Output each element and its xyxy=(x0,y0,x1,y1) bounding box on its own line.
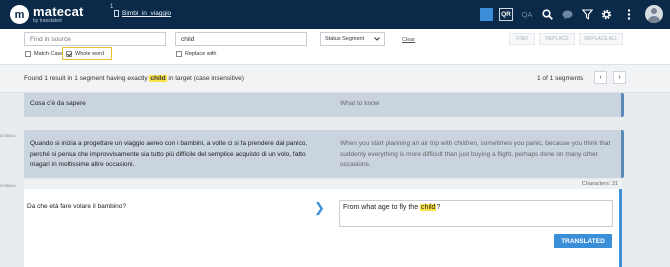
target-text-after: ? xyxy=(436,204,441,211)
logo-name: matecat xyxy=(33,4,84,19)
segment-row[interactable]: Quando si inizia a progettare un viaggio… xyxy=(24,130,624,178)
target-text-before: From what age to fly the xyxy=(343,204,419,211)
chevron-left-icon: ‹ xyxy=(599,74,602,81)
segment-source: Quando si inizia a progettare un viaggio… xyxy=(30,140,308,168)
whole-word-option[interactable]: Whole word xyxy=(66,51,104,57)
project-name-link[interactable]: Bimbi_in_viaggio xyxy=(122,10,171,17)
whole-word-label: Whole word xyxy=(75,51,105,57)
gear-icon[interactable] xyxy=(599,7,613,22)
chevron-down-icon xyxy=(374,37,380,41)
results-prefix: Found 1 result in 1 segment having exact… xyxy=(24,75,148,82)
results-term: child xyxy=(149,75,167,82)
results-suffix: in target (case insensitive) xyxy=(168,75,244,82)
view-toggle-button[interactable] xyxy=(480,8,493,21)
replace-with-checkbox[interactable] xyxy=(176,51,182,57)
segment-id: 5786644 xyxy=(0,133,16,138)
results-summary: Found 1 result in 1 segment having exact… xyxy=(24,75,244,82)
project-count: 1 xyxy=(110,4,114,10)
translated-button[interactable]: TRANSLATED xyxy=(554,234,612,248)
prev-result-button[interactable]: ‹ xyxy=(594,71,607,84)
segment-target: What to know xyxy=(340,100,380,107)
segment-target: When you start planning an air trip with… xyxy=(340,140,611,168)
next-result-button[interactable]: › xyxy=(613,71,626,84)
replace-with-label: Replace with xyxy=(185,51,217,57)
active-segment[interactable]: Da che età fare volare il bambino? ❯ Fro… xyxy=(24,189,622,267)
match-case-option[interactable]: Match Case xyxy=(25,51,63,57)
clear-link[interactable]: Clear xyxy=(402,37,415,43)
replace-button[interactable]: REPLACE xyxy=(539,33,575,45)
status-select-label: Status Segment xyxy=(325,36,365,42)
search-results-bar: Found 1 result in 1 segment having exact… xyxy=(0,65,670,93)
search-panel: Status Segment Clear Match Case Whole wo… xyxy=(0,29,670,65)
chevron-right-icon: › xyxy=(618,74,621,81)
status-segment-select[interactable]: Status Segment xyxy=(320,32,385,46)
comment-icon[interactable] xyxy=(560,7,574,22)
match-case-checkbox[interactable] xyxy=(25,51,31,57)
replace-with-option[interactable]: Replace with xyxy=(176,51,217,57)
active-source-text: Da che età fare volare il bambino? xyxy=(27,203,127,210)
qa-button[interactable]: QA xyxy=(519,8,535,21)
matecat-logo[interactable]: m matecat by translated xyxy=(10,5,84,24)
whole-word-checkbox[interactable] xyxy=(66,51,72,57)
file-icon xyxy=(114,10,119,17)
active-segment-id: 5786645 xyxy=(0,183,16,188)
segment-source: Cosa c'è da sapere xyxy=(30,100,86,107)
find-button[interactable]: FIND xyxy=(509,33,535,45)
logo-sub: by translated xyxy=(33,18,62,24)
find-in-target-input[interactable] xyxy=(175,32,307,46)
segment-status-bar xyxy=(621,93,624,117)
character-count: Characters: 31 xyxy=(24,180,622,189)
filter-icon[interactable] xyxy=(580,7,594,22)
segment-row[interactable]: Cosa c'è da sapere What to know xyxy=(24,93,624,117)
results-count: 1 of 1 segments xyxy=(537,75,584,82)
match-case-label: Match Case xyxy=(34,51,64,57)
segment-status-bar xyxy=(621,130,624,178)
replace-all-button[interactable]: REPLACE ALL xyxy=(579,33,623,45)
logo-mark-icon: m xyxy=(10,5,29,24)
target-highlighted-term: child xyxy=(420,204,437,211)
top-bar: m matecat by translated 1 Bimbi_in_viagg… xyxy=(0,0,670,29)
copy-source-arrow-icon[interactable]: ❯ xyxy=(314,200,325,216)
more-vertical-icon[interactable] xyxy=(622,7,636,22)
qr-button[interactable]: QR xyxy=(499,8,513,21)
find-in-source-input[interactable] xyxy=(24,32,166,46)
user-avatar[interactable] xyxy=(645,5,663,23)
search-icon[interactable] xyxy=(540,7,554,22)
target-editor[interactable]: From what age to fly the child? xyxy=(339,200,613,227)
